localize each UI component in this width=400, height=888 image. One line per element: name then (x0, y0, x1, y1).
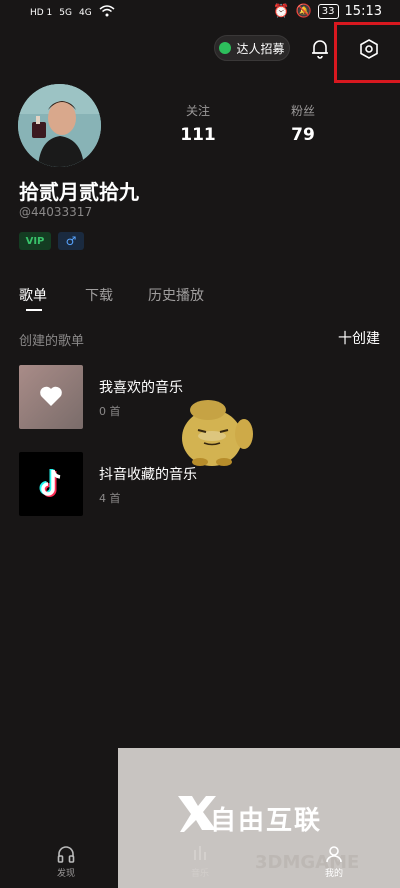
fans-stat[interactable]: 粉丝 79 (273, 102, 333, 145)
following-count: 111 (180, 125, 216, 145)
nav-discover[interactable]: 发现 (36, 844, 96, 879)
playlist-count: 0 首 (99, 405, 121, 418)
section-title: 创建的歌单 (19, 334, 85, 349)
nav-mine[interactable]: 我的 (304, 844, 364, 879)
playlist-cover (19, 452, 83, 516)
gear-icon[interactable] (357, 37, 381, 61)
playlist-count: 4 首 (99, 492, 121, 505)
playlist-cover (19, 365, 83, 429)
tiktok-icon (39, 469, 61, 497)
vip-badge[interactable]: VIP (19, 232, 51, 250)
leaf-icon (219, 42, 232, 54)
recruit-label: 达人招募 (236, 41, 285, 56)
watermark-brand: 自由互联 (210, 806, 323, 836)
gender-badge: ♂ (58, 232, 84, 250)
avatar[interactable] (18, 84, 101, 167)
wifi-icon (99, 5, 115, 20)
network1-indicator: 5G (59, 7, 72, 18)
time: 15:13 (344, 4, 382, 19)
create-playlist-button[interactable]: 十创建 (338, 328, 380, 348)
nav-mine-label: 我的 (324, 869, 343, 879)
battery-indicator: 33 (317, 4, 339, 19)
alarm-icon: ⏰ (273, 4, 290, 19)
recruit-button[interactable]: 达人招募 (214, 35, 290, 61)
heart-icon (40, 386, 62, 406)
nav-discover-label: 发现 (56, 869, 75, 879)
following-stat[interactable]: 关注 111 (168, 102, 228, 145)
fans-count: 79 (291, 125, 315, 145)
user-id: @44033317 (19, 205, 93, 219)
network2-indicator: 4G (79, 7, 92, 18)
tab-downloads[interactable]: 下载 (85, 285, 113, 305)
tab-active-indicator (26, 309, 42, 311)
mute-icon: 🔕 (295, 4, 312, 19)
headphones-icon (57, 846, 75, 863)
username: 拾贰月贰拾九 (19, 180, 139, 204)
fans-label: 粉丝 (290, 104, 315, 118)
bell-icon[interactable] (308, 36, 332, 60)
person-icon (326, 846, 342, 863)
tab-playlists[interactable]: 歌单 (19, 285, 47, 305)
sim1-indicator: HD 1 (30, 7, 53, 18)
tab-history[interactable]: 历史播放 (148, 285, 204, 305)
following-label: 关注 (185, 104, 210, 118)
watermark-bird-image (168, 388, 258, 476)
